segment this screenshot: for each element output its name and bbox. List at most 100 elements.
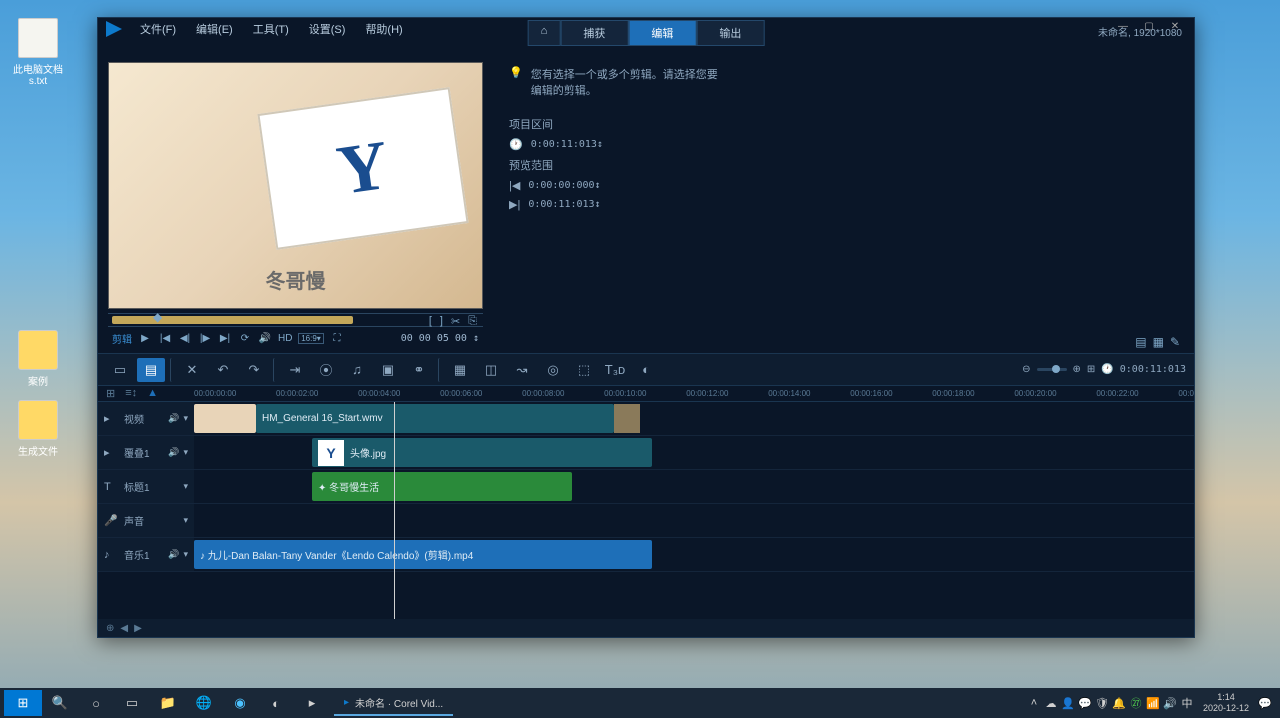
tray-onedrive-icon[interactable]: ☁	[1044, 697, 1058, 710]
clip-overlay[interactable]: Y头像.jpg	[312, 438, 652, 467]
toolbar-timecode[interactable]: 0:00:11:013	[1120, 364, 1186, 375]
scroll-right-icon[interactable]: ▶	[134, 623, 142, 634]
scrub-bar[interactable]: ◆ [ ] ✂ ⎘	[108, 313, 483, 327]
tool-zoom-icon[interactable]: ◎	[539, 358, 567, 382]
zoom-out-icon[interactable]: ⊖	[1022, 364, 1030, 375]
mark-in-icon[interactable]: [	[429, 315, 432, 328]
edge-icon[interactable]: ◉	[222, 690, 258, 716]
expand-toggle[interactable]: ▾	[183, 447, 188, 458]
storyboard-view-button[interactable]: ▭	[106, 358, 134, 382]
step-fwd-button[interactable]: |▶	[198, 333, 212, 344]
explorer-icon[interactable]: 📁	[150, 690, 186, 716]
preview-screen[interactable]: Y 冬哥慢	[108, 62, 483, 309]
snapshot-icon[interactable]: ⎘	[468, 315, 477, 328]
tray-wechat-icon[interactable]: 💬	[1078, 697, 1092, 710]
cut-icon[interactable]: ✂	[451, 315, 460, 328]
mute-toggle[interactable]: 🔊	[168, 413, 179, 424]
menu-file[interactable]: 文件(F)	[134, 19, 182, 39]
clip-title[interactable]: ✦ 冬哥慢生活	[312, 472, 572, 501]
tool-track-icon[interactable]: ▦	[446, 358, 474, 382]
scrub-marker-icon[interactable]: ◆	[153, 310, 162, 324]
search-button[interactable]: 🔍	[42, 690, 78, 716]
tray-people-icon[interactable]: 👤	[1061, 697, 1075, 710]
redo-button[interactable]: ↷	[240, 358, 268, 382]
tray-ime-icon[interactable]: 中	[1180, 695, 1194, 711]
transport-timecode[interactable]: 00 00 05 00 ↕	[401, 333, 479, 344]
tray-notif-icon[interactable]: 🔔	[1112, 697, 1126, 710]
zoom-slider[interactable]	[1037, 368, 1067, 371]
mute-toggle[interactable]: 🔊	[168, 447, 179, 458]
panel-icon-1[interactable]: ▤	[1135, 335, 1146, 349]
panel-icon-2[interactable]: ▦	[1153, 335, 1164, 349]
tool-wrench-icon[interactable]: ✕	[178, 358, 206, 382]
add-track-icon[interactable]: ⊕	[106, 623, 114, 634]
tab-edit[interactable]: 编辑	[628, 20, 696, 46]
clip-audio[interactable]: ♪ 九儿-Dan Balan-Tany Vander《Lendo Calendo…	[194, 540, 652, 569]
clip-thumbnail[interactable]	[194, 404, 256, 433]
tray-volume-icon[interactable]: 🔊	[1163, 697, 1177, 710]
start-button[interactable]: ⊞	[4, 690, 42, 716]
tray-up-icon[interactable]: ˄	[1027, 697, 1041, 709]
prev-frame-button[interactable]: |◀	[158, 333, 172, 344]
menu-help[interactable]: 帮助(H)	[359, 19, 408, 39]
playhead[interactable]	[394, 402, 395, 619]
tray-action-center-icon[interactable]: 💬	[1258, 697, 1272, 710]
tool-3d-icon[interactable]: T₃ᴅ	[601, 358, 629, 382]
tab-home[interactable]: ⌂	[528, 20, 561, 46]
expand-toggle[interactable]: ▾	[183, 413, 188, 424]
browser-icon[interactable]: 🌐	[186, 690, 222, 716]
clip-video[interactable]: HM_General 16_Start.wmv	[256, 404, 614, 433]
tray-wifi-icon[interactable]: 📶	[1146, 697, 1160, 710]
tray-security-icon[interactable]: 🛡	[1095, 697, 1109, 710]
hd-button[interactable]: HD	[278, 333, 292, 344]
tool-mask-icon[interactable]: ⬚	[570, 358, 598, 382]
loop-button[interactable]: ⟳	[238, 333, 252, 344]
step-back-button[interactable]: ◀|	[178, 333, 192, 344]
menu-edit[interactable]: 编辑(E)	[190, 19, 239, 39]
tool-motion-icon[interactable]: ↝	[508, 358, 536, 382]
ruler-tool-1[interactable]: ⊞	[106, 387, 115, 400]
menu-settings[interactable]: 设置(S)	[303, 19, 352, 39]
fit-icon[interactable]: ⊞	[1087, 364, 1095, 375]
range-start-value[interactable]: 0:00:00:000↕	[528, 180, 600, 191]
taskbar-clock[interactable]: 1:14 2020-12-12	[1197, 692, 1255, 714]
app2-icon[interactable]: ▸	[294, 690, 330, 716]
mute-toggle[interactable]: 🔊	[168, 549, 179, 560]
tool-record-icon[interactable]: ⦿	[312, 358, 340, 382]
tool-split-icon[interactable]: ◫	[477, 358, 505, 382]
mode-label[interactable]: 剪辑	[112, 331, 132, 346]
tool-effect-icon[interactable]: ◐	[632, 358, 660, 382]
tray-circle-icon[interactable]: ㉗	[1129, 695, 1143, 711]
volume-icon[interactable]: 🔊	[258, 333, 272, 344]
ruler-tool-3[interactable]: ▲	[147, 387, 158, 400]
desktop-icon-doc[interactable]: 此电脑文档 s.txt	[8, 18, 68, 87]
tool-audio-icon[interactable]: ♫	[343, 358, 371, 382]
taskbar-app[interactable]: ▸未命名 · Corel Vid...	[334, 690, 453, 716]
timeline-view-button[interactable]: ▤	[137, 358, 165, 382]
tool-marker-icon[interactable]: ⇥	[281, 358, 309, 382]
expand-toggle[interactable]: ▾	[183, 515, 188, 526]
zoom-in-icon[interactable]: ⊕	[1073, 364, 1081, 375]
desktop-icon-folder2[interactable]: 生成文件	[8, 400, 68, 458]
mark-out-icon[interactable]: ]	[440, 315, 443, 328]
desktop-icon-folder1[interactable]: 案例	[8, 330, 68, 388]
expand-toggle[interactable]: ▾	[183, 481, 188, 492]
panel-icon-3[interactable]: ✎	[1170, 335, 1180, 349]
tool-link-icon[interactable]: ⚭	[405, 358, 433, 382]
cortana-button[interactable]: ○	[78, 690, 114, 716]
tab-capture[interactable]: 捕获	[560, 20, 628, 46]
fullscreen-icon[interactable]: ⛶	[330, 333, 344, 344]
ruler-tool-2[interactable]: ≡↕	[125, 387, 137, 400]
expand-toggle[interactable]: ▾	[183, 549, 188, 560]
transition-clip[interactable]	[614, 404, 640, 433]
timeline-ruler[interactable]: ⊞ ≡↕ ▲ 00:00:00:00 00:00:02:00 00:00:04:…	[98, 386, 1194, 402]
app-icon[interactable]: ◐	[258, 690, 294, 716]
play-button[interactable]: ▶	[138, 333, 152, 344]
duration-value[interactable]: 0:00:11:013↕	[531, 139, 603, 150]
undo-button[interactable]: ↶	[209, 358, 237, 382]
tab-output[interactable]: 输出	[696, 20, 764, 46]
next-frame-button[interactable]: ▶|	[218, 333, 232, 344]
aspect-button[interactable]: 16:9▾	[298, 333, 324, 344]
taskview-button[interactable]: ▭	[114, 690, 150, 716]
menu-tools[interactable]: 工具(T)	[247, 19, 295, 39]
